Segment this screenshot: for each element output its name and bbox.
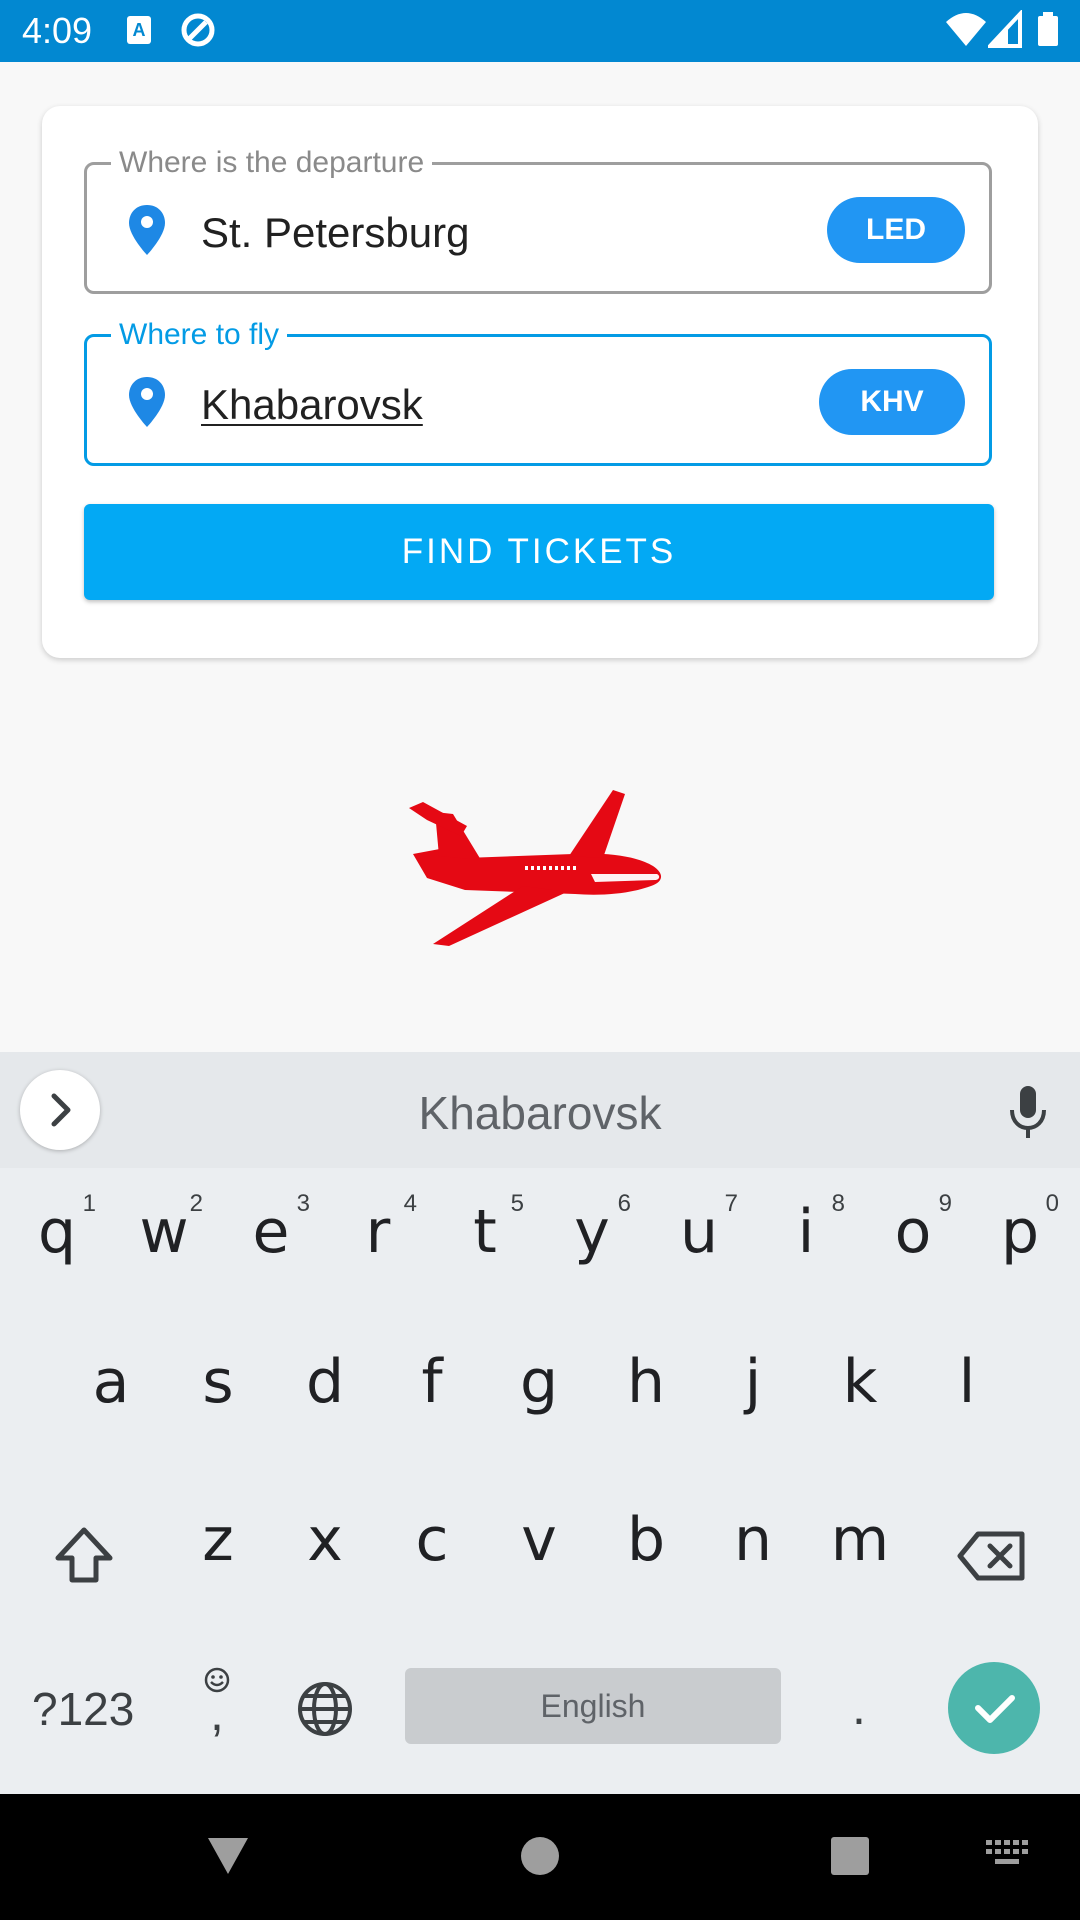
svg-text:A: A <box>133 20 146 40</box>
departure-code-chip[interactable]: LED <box>827 197 965 263</box>
key-i[interactable]: i8 <box>753 1168 859 1288</box>
back-icon[interactable] <box>206 1834 250 1878</box>
key-o[interactable]: o9 <box>860 1168 966 1288</box>
symbols-key[interactable]: ?123 <box>32 1682 134 1736</box>
location-pin-icon <box>129 205 165 255</box>
done-button[interactable] <box>948 1662 1040 1754</box>
suggestion-word[interactable]: Khabarovsk <box>0 1086 1080 1140</box>
home-icon[interactable] <box>520 1836 560 1876</box>
key-k[interactable]: k <box>807 1318 913 1438</box>
comma-key[interactable]: , <box>210 1684 224 1742</box>
key-j[interactable]: j <box>700 1318 806 1438</box>
key-e[interactable]: e3 <box>218 1168 324 1288</box>
key-p[interactable]: p0 <box>967 1168 1073 1288</box>
key-g[interactable]: g <box>486 1318 592 1438</box>
key-v[interactable]: v <box>486 1476 592 1596</box>
destination-city[interactable]: Khabarovsk <box>201 381 423 429</box>
key-c[interactable]: c <box>379 1476 485 1596</box>
signal-icon <box>988 10 1022 48</box>
soft-keyboard: q1 w2 e3 r4 t5 y6 u7 i8 o9 p0 a s d f g … <box>0 1168 1080 1794</box>
navigation-bar <box>0 1794 1080 1920</box>
keyboard-switch-icon[interactable] <box>986 1840 1030 1868</box>
globe-icon[interactable] <box>296 1680 354 1738</box>
status-time: 4:09 <box>22 10 93 51</box>
key-h[interactable]: h <box>593 1318 699 1438</box>
key-m[interactable]: m <box>807 1476 913 1596</box>
space-bar[interactable]: English <box>405 1668 781 1744</box>
departure-field[interactable]: Where is the departure St. Petersburg LE… <box>84 145 992 294</box>
key-s[interactable]: s <box>165 1318 271 1438</box>
checkmark-icon <box>975 1695 1015 1723</box>
recents-icon[interactable] <box>830 1836 870 1876</box>
key-u[interactable]: u7 <box>646 1168 752 1288</box>
microphone-icon[interactable] <box>1006 1084 1050 1140</box>
key-w[interactable]: w2 <box>111 1168 217 1288</box>
key-q[interactable]: q1 <box>4 1168 110 1288</box>
key-r[interactable]: r4 <box>325 1168 431 1288</box>
battery-icon <box>1038 12 1058 46</box>
key-x[interactable]: x <box>272 1476 378 1596</box>
search-card: Where is the departure St. Petersburg LE… <box>42 106 1038 658</box>
key-y[interactable]: y6 <box>539 1168 645 1288</box>
key-n[interactable]: n <box>700 1476 806 1596</box>
departure-city: St. Petersburg <box>201 209 470 256</box>
backspace-icon[interactable] <box>956 1528 1028 1584</box>
key-z[interactable]: z <box>165 1476 271 1596</box>
destination-field[interactable]: Where to fly Khabarovsk KHV <box>84 317 992 466</box>
key-d[interactable]: d <box>272 1318 378 1438</box>
airplane-icon <box>409 790 662 946</box>
key-b[interactable]: b <box>593 1476 699 1596</box>
suggestion-strip: Khabarovsk <box>0 1052 1080 1168</box>
find-tickets-button[interactable]: FIND TICKETS <box>84 504 994 600</box>
key-t[interactable]: t5 <box>432 1168 538 1288</box>
wifi-icon <box>946 13 986 46</box>
sync-icon <box>181 13 215 47</box>
location-pin-icon <box>129 377 165 427</box>
period-key[interactable]: . <box>852 1678 866 1736</box>
key-a[interactable]: a <box>58 1318 164 1438</box>
departure-label: Where is the departure <box>111 145 433 181</box>
key-l[interactable]: l <box>914 1318 1020 1438</box>
shift-icon[interactable] <box>52 1524 116 1588</box>
status-bar: 4:09 A <box>0 0 1080 62</box>
key-f[interactable]: f <box>379 1318 485 1438</box>
keyboard-app-icon: A <box>127 16 151 44</box>
destination-label: Where to fly <box>111 317 288 353</box>
destination-code-chip[interactable]: KHV <box>819 369 965 435</box>
